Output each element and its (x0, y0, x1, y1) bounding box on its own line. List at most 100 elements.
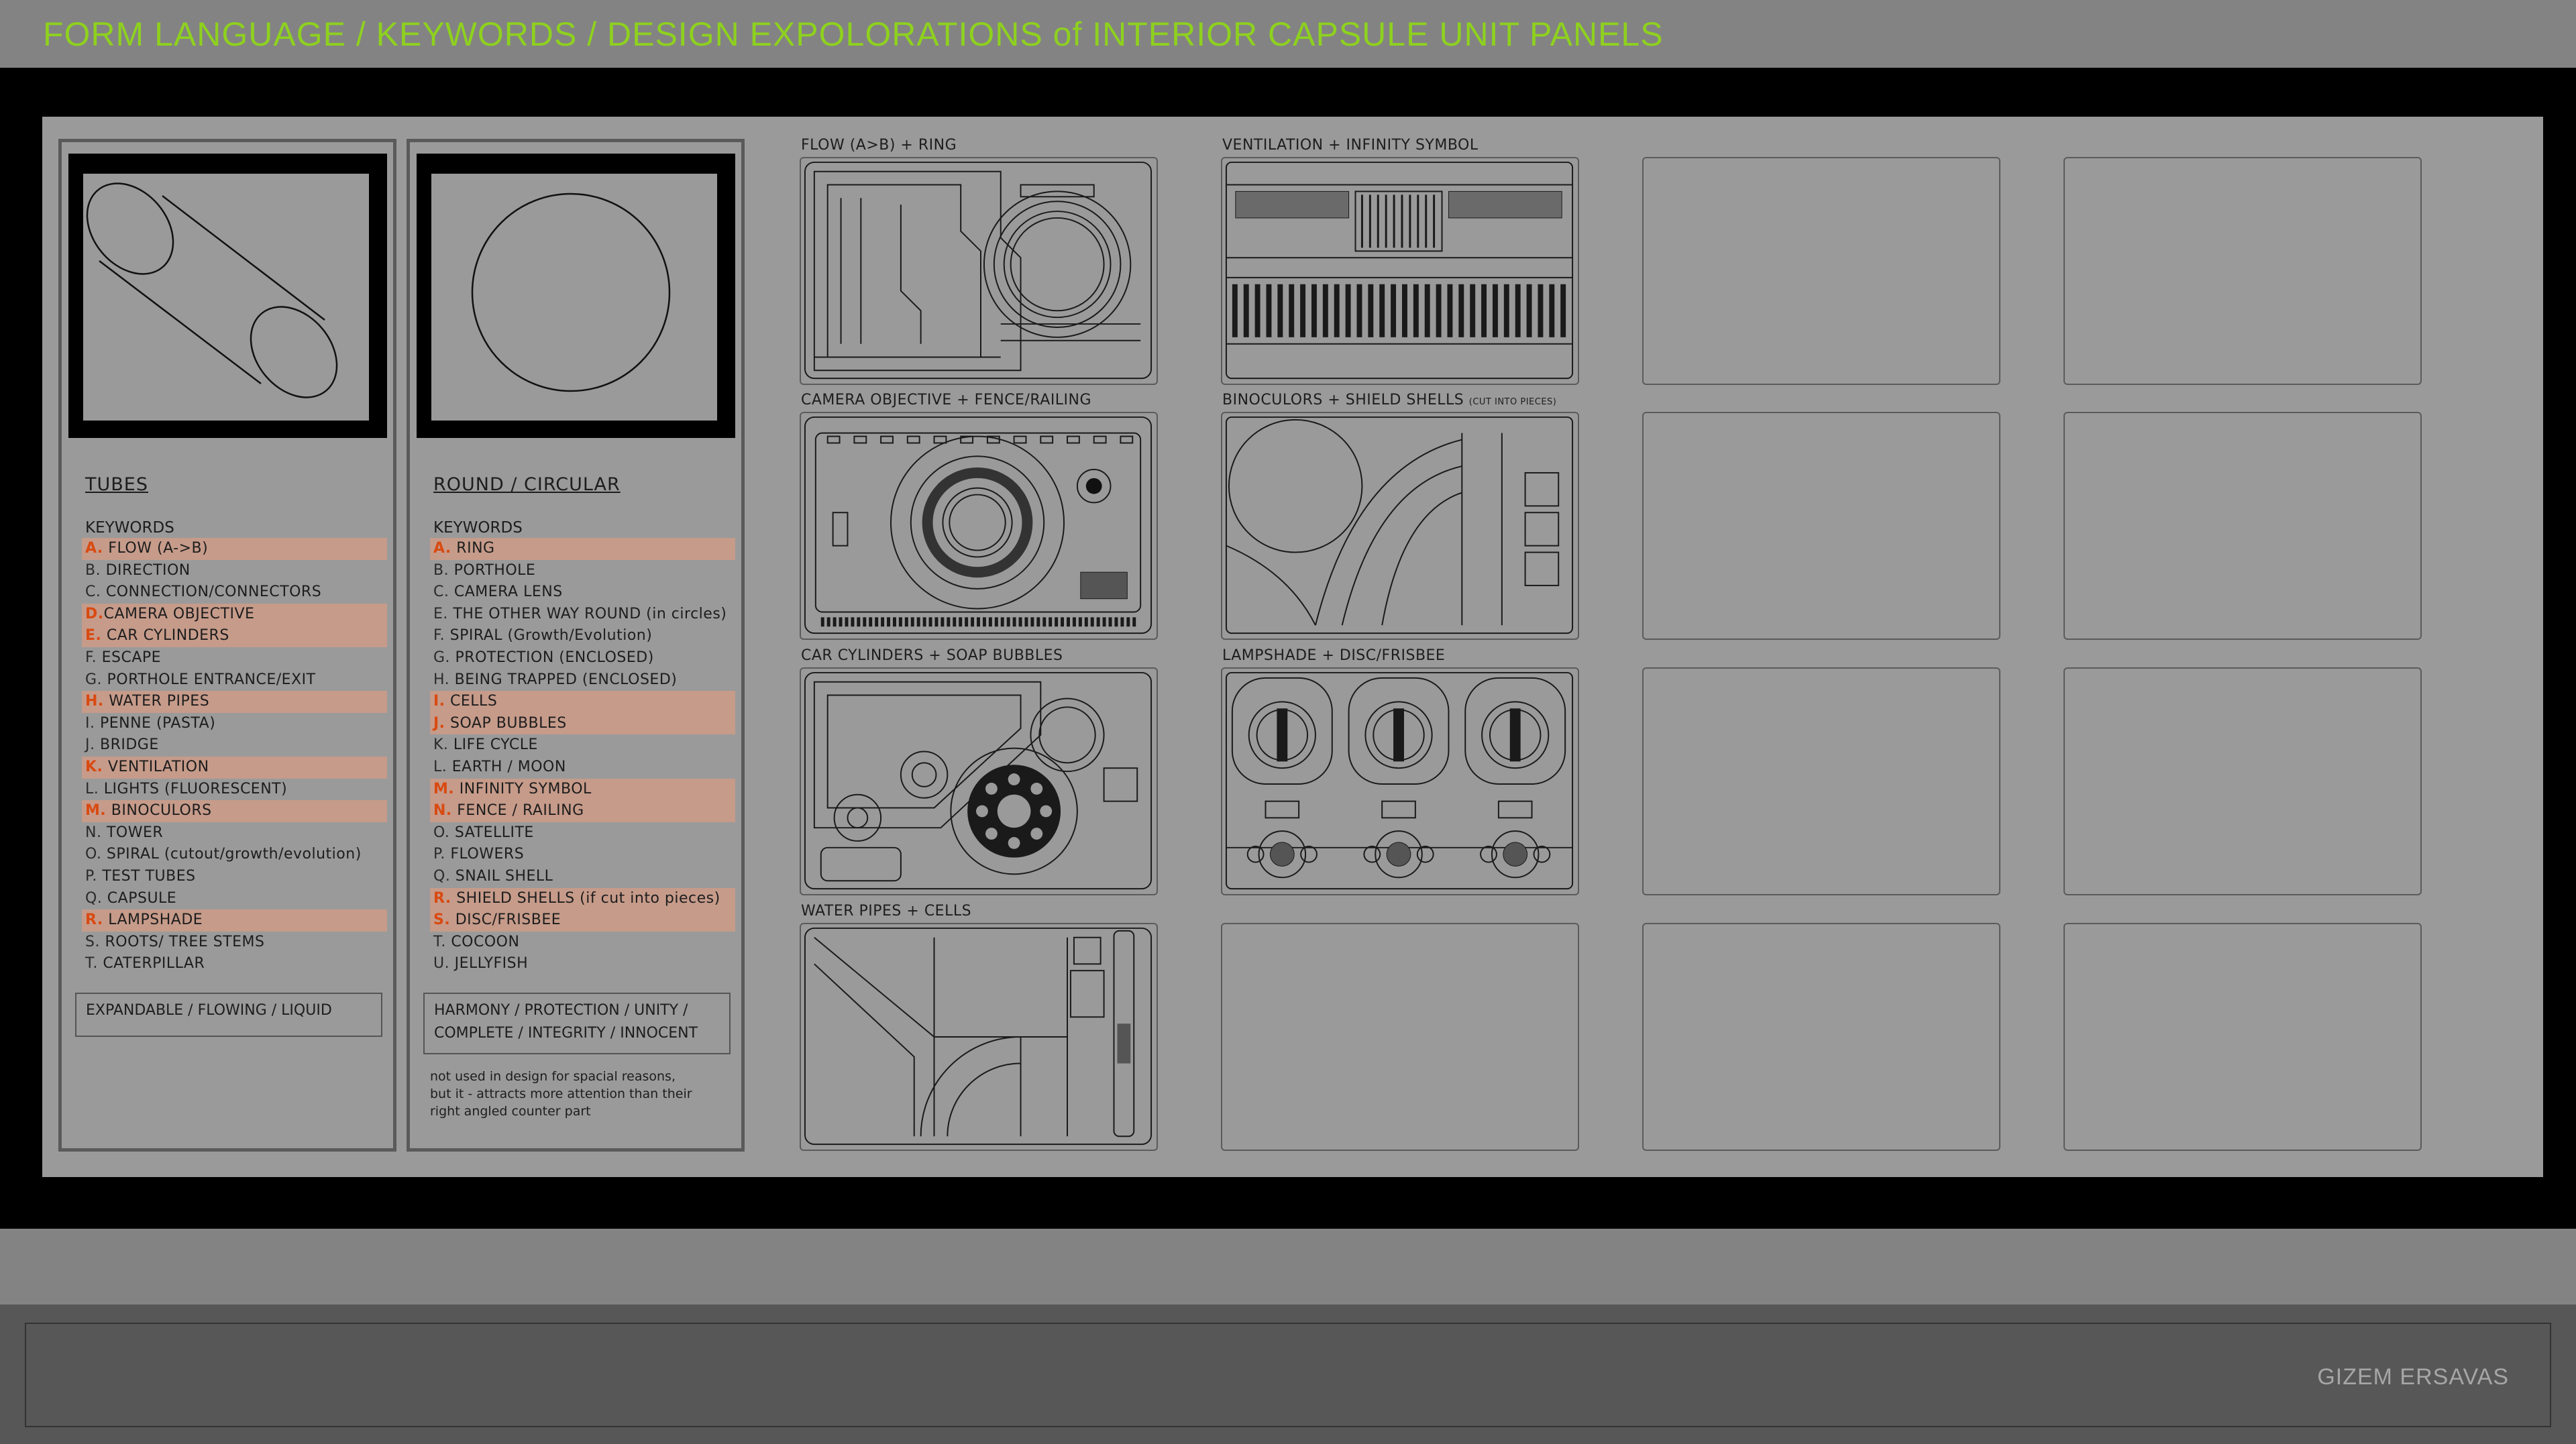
keyword-item: B. DIRECTION (82, 560, 387, 582)
footer-frame (25, 1323, 2551, 1427)
keyword-letter: P. (85, 867, 97, 885)
panel-label-text: BINOCULORS + SHIELD SHELLS (1222, 392, 1464, 408)
keyword-item: N. FENCE / RAILING (430, 800, 735, 822)
keyword-letter: E. (85, 627, 102, 645)
keyword-letter: G. (85, 671, 103, 688)
design-panel (800, 157, 1158, 385)
summary-box: HARMONY / PROTECTION / UNITY / COMPLETE … (423, 993, 731, 1054)
keyword-text: DISC/FRISBEE (450, 911, 561, 929)
keyword-item: M. INFINITY SYMBOL (430, 778, 735, 801)
summary-line: EXPANDABLE / FLOWING / LIQUID (86, 1002, 332, 1019)
keyword-letter: M. (433, 780, 455, 797)
keyword-text: EARTH / MOON (447, 758, 566, 775)
keyword-letter: A. (85, 540, 103, 557)
keyword-letter: H. (433, 671, 450, 688)
column-tubes: TUBES KEYWORDS A. FLOW (A->B) B. DIRECTIO… (58, 139, 396, 1152)
keyword-letter: J. (433, 714, 445, 732)
keywords-label: KEYWORDS (85, 519, 174, 537)
keyword-text: CAR CYLINDERS (101, 627, 229, 645)
keyword-item: L. LIGHTS (FLUORESCENT) (82, 779, 387, 801)
keyword-text: FLOW (A->B) (103, 540, 209, 557)
panel-label-text: CAR CYLINDERS + SOAP BUBBLES (801, 647, 1063, 664)
keyword-item: Q. CAPSULE (82, 888, 387, 910)
keyword-item: J. BRIDGE (82, 734, 387, 757)
design-note: not used in design for spacial reasons, … (430, 1069, 692, 1119)
keyword-item: L. EARTH / MOON (430, 757, 735, 779)
panel-label: WATER PIPES + CELLS (801, 903, 971, 920)
keyword-text: TEST TUBES (97, 867, 196, 885)
keyword-item: G. PORTHOLE ENTRANCE/EXIT (82, 669, 387, 691)
keyword-text: SATELLITE (449, 824, 534, 841)
keyword-text: DIRECTION (101, 561, 191, 579)
keyword-text: PENNE (PASTA) (95, 714, 216, 732)
design-panel (1221, 157, 1579, 385)
panel-label: FLOW (A>B) + RING (801, 137, 957, 154)
keyword-letter: U. (433, 955, 450, 973)
keyword-text: PORTHOLE (449, 561, 536, 579)
keyword-letter: K. (85, 758, 103, 775)
keyword-text: VENTILATION (103, 758, 209, 775)
keyword-text: CONNECTION/CONNECTORS (101, 584, 322, 601)
panel-label: BINOCULORS + SHIELD SHELLS (CUT INTO PIE… (1222, 392, 1556, 408)
keyword-text: LIFE CYCLE (448, 736, 538, 754)
keyword-text: SOAP BUBBLES (445, 714, 567, 732)
keyword-item: O. SATELLITE (430, 822, 735, 844)
keyword-text: INFINITY SYMBOL (454, 780, 592, 797)
ventilation-panel-icon (1225, 161, 1574, 380)
keyword-item: K. LIFE CYCLE (430, 734, 735, 757)
keyword-item: K. VENTILATION (82, 756, 387, 779)
keyword-item: O. SPIRAL (cutout/growth/evolution) (82, 844, 387, 866)
keyword-text: TOWER (101, 824, 164, 841)
keyword-text: SPIRAL (cutout/growth/evolution) (101, 846, 362, 863)
author-name: GIZEM ERSAVAS (2317, 1364, 2509, 1390)
keyword-text: ESCAPE (97, 649, 162, 666)
keyword-letter: M. (85, 802, 107, 820)
keyword-letter: B. (85, 561, 101, 579)
keywords-label: KEYWORDS (433, 519, 523, 537)
keyword-text: SNAIL SHELL (450, 867, 553, 885)
empty-panel-slot (2063, 923, 2422, 1151)
keyword-text: LIGHTS (FLUORESCENT) (99, 780, 288, 797)
keyword-letter: I. (433, 693, 445, 710)
keyword-letter: G. (433, 649, 451, 666)
design-panel (1221, 667, 1579, 895)
keyword-letter: L. (85, 780, 99, 797)
cylinder-sketch-icon (86, 182, 338, 398)
keyword-text: BEING TRAPPED (ENCLOSED) (449, 671, 678, 688)
keyword-letter: P. (433, 846, 445, 863)
panel-label-text: CAMERA OBJECTIVE + FENCE/RAILING (801, 392, 1092, 408)
keyword-letter: N. (433, 802, 452, 820)
keyword-item: S. DISC/FRISBEE (430, 909, 735, 932)
keyword-text: COCOON (445, 933, 520, 950)
keyword-letter: N. (85, 824, 102, 841)
water-pipes-panel-icon (804, 927, 1152, 1146)
keyword-item: T. CATERPILLAR (82, 953, 387, 975)
keyword-letter: I. (85, 714, 95, 732)
keyword-letter: L. (433, 758, 447, 775)
keyword-letter: D. (85, 605, 104, 622)
panel-label-text: VENTILATION + INFINITY SYMBOL (1222, 137, 1479, 154)
summary-box: EXPANDABLE / FLOWING / LIQUID (75, 993, 382, 1037)
panel-label: CAMERA OBJECTIVE + FENCE/RAILING (801, 392, 1091, 408)
keyword-list: A. RING B. PORTHOLE C. CAMERA LENS E. THE O… (430, 538, 735, 975)
keyword-text: SPIRAL (Growth/Evolution) (445, 627, 653, 645)
keyword-item: N. TOWER (82, 822, 387, 844)
panel-label-text: LAMPSHADE + DISC/FRISBEE (1222, 647, 1446, 664)
page-title: FORM LANGUAGE / KEYWORDS / DESIGN EXPOLO… (43, 15, 1664, 53)
camera-panel-icon (804, 416, 1152, 634)
summary-line: COMPLETE / INTEGRITY / INNOCENT (434, 1025, 698, 1042)
keyword-letter: H. (85, 693, 104, 710)
panel-label-text: WATER PIPES + CELLS (801, 903, 972, 920)
keyword-item: D.CAMERA OBJECTIVE (82, 603, 387, 626)
keyword-item: C. CAMERA LENS (430, 581, 735, 604)
keyword-text: CAPSULE (102, 889, 177, 907)
keyword-item: U. JELLYFISH (430, 953, 735, 975)
lampshade-panel-icon (1225, 671, 1574, 890)
keyword-text: THE OTHER WAY ROUND (in circles) (447, 605, 727, 622)
keyword-text: RING (451, 540, 495, 557)
round-sketch-frame (417, 154, 735, 438)
keyword-text: CATERPILLAR (97, 955, 205, 973)
car-cylinders-panel-icon (804, 671, 1152, 890)
keyword-letter: F. (433, 627, 445, 645)
keyword-letter: Q. (433, 867, 451, 885)
